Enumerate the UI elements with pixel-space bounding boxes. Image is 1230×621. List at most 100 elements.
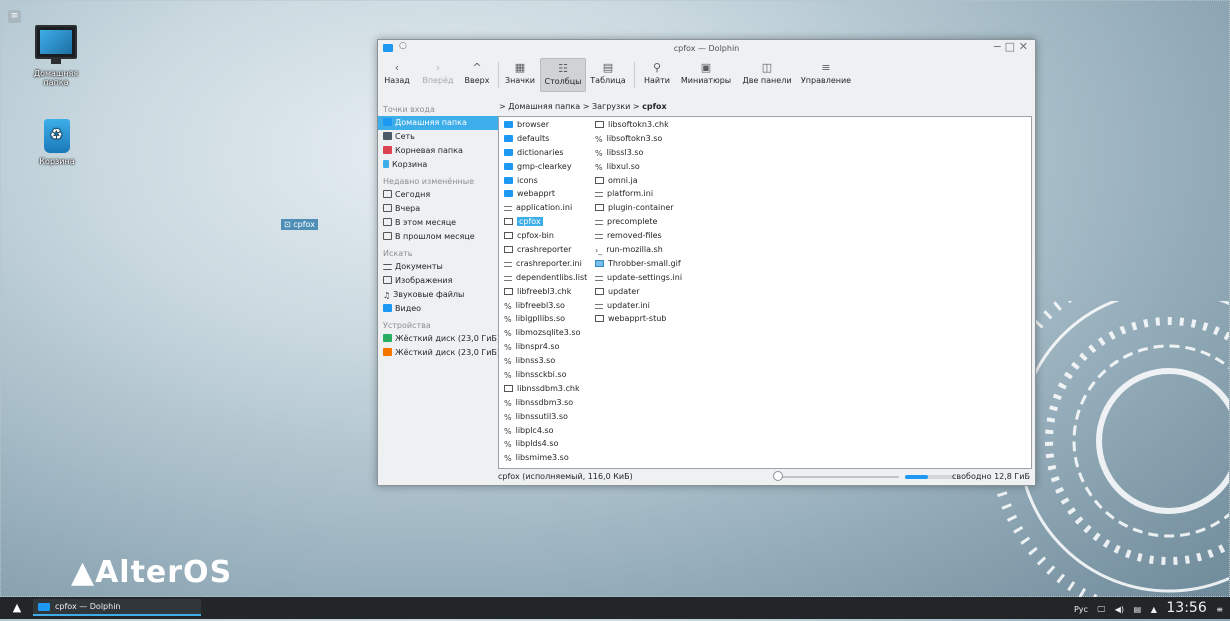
place-images[interactable]: Изображения — [378, 274, 498, 288]
view-columns-button[interactable]: ☷ Столбцы — [540, 58, 586, 92]
file-item[interactable]: application.ini — [503, 201, 589, 215]
library-icon: % — [504, 315, 512, 325]
breadcrumb-current[interactable]: cpfox — [642, 102, 667, 111]
up-button[interactable]: ^ Вверх — [462, 58, 492, 92]
file-item[interactable]: cpfox-bin — [503, 229, 589, 243]
file-item[interactable]: libsoftokn3.chk — [594, 118, 704, 132]
clock[interactable]: 13:56 — [1166, 597, 1206, 619]
task-dolphin[interactable]: cpfox — Dolphin — [33, 599, 201, 616]
file-item[interactable]: % libnssutil3.so — [503, 410, 589, 424]
places-panel: Точки входа Домашняя папка Сеть Корневая… — [378, 100, 500, 484]
place-disk-1[interactable]: Жёсткий диск (23,0 ГиБ) — [378, 332, 500, 346]
place-audio[interactable]: ♫ Звуковые файлы — [378, 288, 498, 302]
place-this-month[interactable]: В этом месяце — [378, 216, 498, 230]
file-item[interactable]: updater.ini — [594, 299, 704, 313]
view-icons-button[interactable]: ▦ Значки — [503, 58, 537, 92]
clipboard-icon[interactable]: ▤ — [1134, 599, 1142, 621]
place-yesterday[interactable]: Вчера — [378, 202, 498, 216]
file-item[interactable]: % libmozsqlite3.so — [503, 326, 589, 340]
zoom-slider[interactable] — [776, 476, 899, 478]
desktop-icon-trash[interactable]: Корзина — [26, 119, 88, 166]
file-name: updater — [608, 286, 640, 296]
file-item[interactable]: % liblgpllibs.so — [503, 312, 589, 326]
place-documents[interactable]: Документы — [378, 260, 498, 274]
file-item[interactable]: removed-files — [594, 229, 704, 243]
file-item[interactable]: libnssdbm3.chk — [503, 382, 589, 396]
split-button[interactable]: ◫ Две панели — [740, 58, 794, 92]
breadcrumb-downloads[interactable]: Загрузки — [592, 102, 630, 111]
file-item[interactable]: % libxul.so — [594, 160, 704, 174]
file-item[interactable]: % libplc4.so — [503, 424, 589, 438]
file-item[interactable]: dictionaries — [503, 146, 589, 160]
file-item[interactable]: crashreporter — [503, 243, 589, 257]
place-video[interactable]: Видео — [378, 302, 498, 316]
zoom-slider-handle[interactable] — [773, 471, 783, 481]
desktop-menu-icon[interactable]: ≡ — [8, 10, 21, 23]
place-network[interactable]: Сеть — [378, 130, 498, 144]
file-item[interactable]: % libsmime3.so — [503, 451, 589, 465]
file-item[interactable]: % libplds4.so — [503, 437, 589, 451]
tray-expand-icon[interactable]: ▲ — [1151, 599, 1157, 621]
file-item[interactable]: % libnspr4.so — [503, 340, 589, 354]
library-icon: % — [504, 398, 512, 408]
file-item[interactable]: % libnssdbm3.so — [503, 396, 589, 410]
title-bar[interactable]: ○ cpfox — Dolphin − □ ✕ — [378, 40, 1035, 58]
place-today[interactable]: Сегодня — [378, 188, 498, 202]
file-item[interactable]: omni.ja — [594, 174, 704, 188]
file-item[interactable]: cpfox — [503, 215, 589, 229]
file-item[interactable]: % libnssckbi.so — [503, 368, 589, 382]
free-space-text: свободно 12,8 ГиБ — [952, 472, 1030, 481]
place-last-month[interactable]: В прошлом месяце — [378, 230, 498, 244]
devices-section-header: Устройства — [383, 321, 431, 330]
file-item[interactable]: webapprt — [503, 187, 589, 201]
toolbar: ‹ Назад › Вперёд ^ Вверх ▦ Значки ☷ Стол… — [378, 58, 1035, 92]
file-column-view[interactable]: browser defaults dictionaries gmp-clearkey i… — [498, 116, 1032, 469]
place-trash[interactable]: Корзина — [378, 158, 498, 172]
file-item[interactable]: libfreebl3.chk — [503, 285, 589, 299]
minimize-icon[interactable]: − — [993, 40, 1002, 53]
file-item[interactable]: browser — [503, 118, 589, 132]
file-name: gmp-clearkey — [517, 161, 572, 171]
file-item[interactable]: gmp-clearkey — [503, 160, 589, 174]
close-icon[interactable]: ✕ — [1019, 40, 1028, 53]
file-name: libplc4.so — [515, 425, 554, 435]
file-item[interactable]: update-settings.ini — [594, 271, 704, 285]
file-item[interactable]: % libnss3.so — [503, 354, 589, 368]
calendar-icon — [383, 190, 392, 198]
volume-icon[interactable]: ◀) — [1115, 599, 1124, 621]
network-icon[interactable]: 🖵 — [1097, 599, 1105, 621]
desktop-icon-home[interactable]: Домашняя папка — [25, 25, 87, 87]
executable-icon — [504, 384, 513, 392]
maximize-icon[interactable]: □ — [1005, 40, 1015, 53]
file-item[interactable]: % libfreebl3.so — [503, 299, 589, 313]
document-icon — [383, 264, 392, 270]
file-item[interactable]: updater — [594, 285, 704, 299]
place-disk-2[interactable]: Жёсткий диск (23,0 ГиБ) — [378, 346, 500, 360]
root-folder-icon — [383, 146, 392, 154]
file-item[interactable]: icons — [503, 174, 589, 188]
back-button[interactable]: ‹ Назад — [382, 58, 412, 92]
find-button[interactable]: ⚲ Найти — [641, 58, 673, 92]
view-table-button[interactable]: ▤ Таблица — [589, 58, 627, 92]
application-launcher-icon[interactable]: ▲ — [10, 601, 24, 615]
file-item[interactable]: precomplete — [594, 215, 704, 229]
place-root[interactable]: Корневая папка — [378, 144, 498, 158]
file-item[interactable]: % libssl3.so — [594, 146, 704, 160]
file-name: libsoftokn3.chk — [608, 120, 669, 129]
file-item[interactable]: defaults — [503, 132, 589, 146]
file-item[interactable]: dependentlibs.list — [503, 271, 589, 285]
breadcrumb-home[interactable]: Домашняя папка — [508, 102, 580, 111]
keyboard-layout[interactable]: Рус — [1074, 599, 1088, 621]
file-item[interactable]: % libsoftokn3.so — [594, 132, 704, 146]
file-item[interactable]: crashreporter.ini — [503, 257, 589, 271]
panel-menu-icon[interactable]: ≡ — [1216, 599, 1223, 621]
manage-button[interactable]: ≡ Управление — [798, 58, 854, 92]
thumbnails-button[interactable]: ▣ Миниатюры — [678, 58, 734, 92]
place-home[interactable]: Домашняя папка — [378, 116, 498, 130]
file-item[interactable]: Throbber-small.gif — [594, 257, 704, 271]
file-item[interactable]: ›_ run-mozilla.sh — [594, 243, 704, 257]
forward-button[interactable]: › Вперёд — [419, 58, 457, 92]
file-item[interactable]: plugin-container — [594, 201, 704, 215]
file-item[interactable]: platform.ini — [594, 187, 704, 201]
file-item[interactable]: webapprt-stub — [594, 312, 704, 326]
